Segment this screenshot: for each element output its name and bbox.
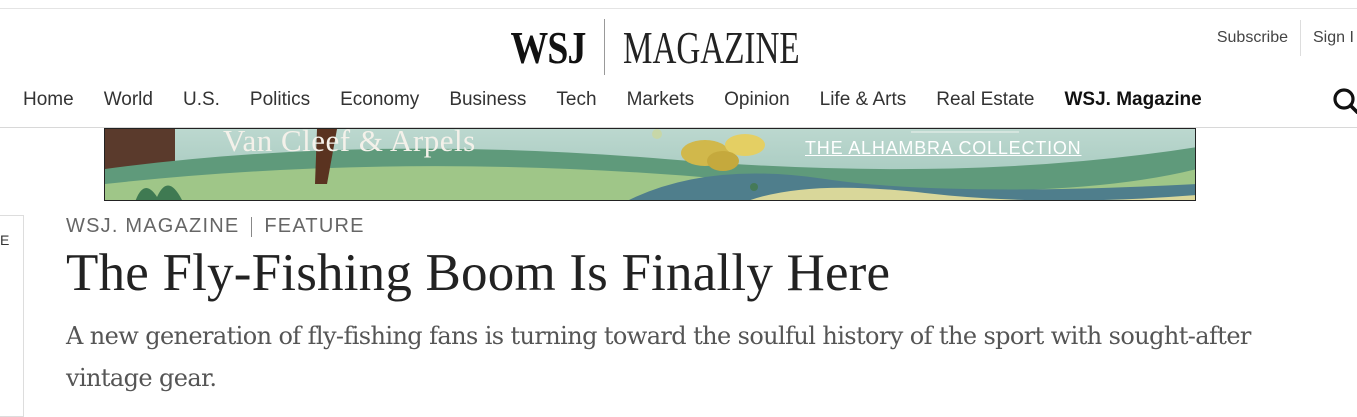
nav-item-us[interactable]: U.S. [183, 89, 220, 111]
nav-item-life-arts[interactable]: Life & Arts [820, 89, 907, 111]
signin-link[interactable]: Sign I [1301, 29, 1357, 47]
account-links: Subscribe Sign I [1217, 20, 1357, 56]
article-kicker: WSJ. MAGAZINE FEATURE [66, 215, 365, 238]
side-tab[interactable]: E [0, 215, 24, 417]
nav-item-wsj-magazine[interactable]: WSJ. Magazine [1064, 89, 1201, 111]
main-nav: Home World U.S. Politics Economy Busines… [23, 86, 1232, 114]
nav-item-world[interactable]: World [104, 89, 153, 111]
wsj-magazine-logo[interactable]: WSJ MAGAZINE [494, 18, 863, 76]
ad-brand: Van Cleef & Arpels [223, 128, 476, 158]
logo-divider [603, 19, 605, 75]
nav-item-politics[interactable]: Politics [250, 89, 310, 111]
nav-item-real-estate[interactable]: Real Estate [936, 89, 1034, 111]
logo-magazine: MAGAZINE [622, 21, 800, 73]
top-divider [0, 8, 1357, 9]
search-icon[interactable] [1331, 86, 1357, 115]
kicker-separator [251, 216, 253, 237]
nav-item-opinion[interactable]: Opinion [724, 89, 790, 111]
article-headline: The Fly-Fishing Boom Is Finally Here [66, 244, 891, 302]
nav-item-home[interactable]: Home [23, 89, 74, 111]
side-tab-letter: E [0, 232, 10, 248]
nav-item-business[interactable]: Business [449, 89, 526, 111]
kicker-section-link[interactable]: WSJ. MAGAZINE [66, 215, 239, 238]
article-dek: A new generation of fly-fishing fans is … [66, 322, 1251, 392]
nav-item-markets[interactable]: Markets [627, 89, 695, 111]
nav-item-economy[interactable]: Economy [340, 89, 419, 111]
kicker-type: FEATURE [264, 215, 365, 237]
masthead: WSJ MAGAZINE [0, 18, 1357, 76]
ad-banner[interactable]: Van Cleef & Arpels THE ALHAMBRA COLLECTI… [104, 128, 1196, 201]
logo-wsj: WSJ [510, 21, 587, 73]
subscribe-link[interactable]: Subscribe [1217, 29, 1300, 47]
ad-cta-link[interactable]: THE ALHAMBRA COLLECTION [805, 138, 1081, 159]
nav-item-tech[interactable]: Tech [556, 89, 596, 111]
page: WSJ MAGAZINE Subscribe Sign I Home World… [0, 0, 1357, 417]
